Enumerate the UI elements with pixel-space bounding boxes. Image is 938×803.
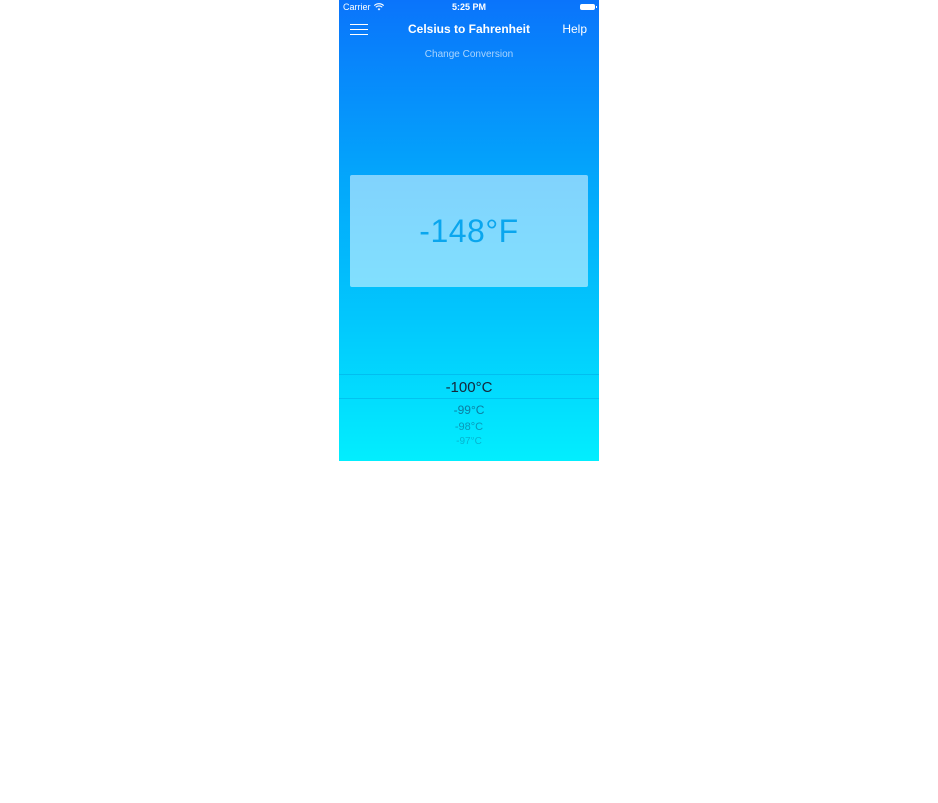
help-button[interactable]: Help [562,22,587,36]
picker-option[interactable]: -98°C [339,421,599,433]
result-card: -148°F [350,175,588,287]
status-time: 5:25 PM [451,2,486,12]
picker-option[interactable]: -99°C [339,403,599,417]
result-value: -148°F [419,212,519,249]
picker-divider-bottom [339,398,599,399]
app-screen: Carrier 5:25 PM Celsius to Fahrenheit He… [339,0,599,461]
page-title: Celsius to Fahrenheit [407,22,531,36]
picker-divider-top [339,374,599,375]
picker-selected-value[interactable]: -100°C [339,379,599,396]
picker-option[interactable]: -97°C [339,437,599,444]
status-bar: Carrier 5:25 PM [339,0,599,14]
battery-icon [580,4,597,10]
change-conversion-button[interactable]: Change Conversion [339,49,599,60]
